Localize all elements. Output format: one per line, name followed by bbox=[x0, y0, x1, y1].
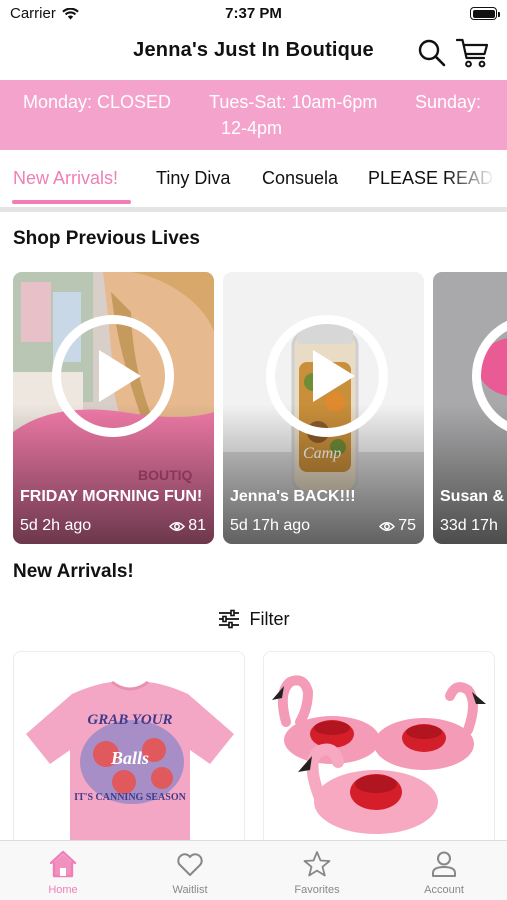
cart-icon[interactable] bbox=[456, 37, 490, 69]
live-video-card[interactable]: Camp Jenna's BACK!!! 5d 17h ago 75 bbox=[223, 272, 424, 544]
shirt-print-text: IT'S CANNING SEASON bbox=[74, 792, 186, 803]
hours-sunday-label: Sunday: bbox=[415, 92, 482, 112]
star-icon bbox=[303, 851, 331, 877]
store-hours-banner: Monday: CLOSED Tues-Sat: 10am-6pm Sunday… bbox=[0, 80, 507, 150]
app-header: Jenna's Just In Boutique bbox=[0, 28, 507, 78]
new-arrivals-title: New Arrivals! bbox=[13, 561, 134, 582]
account-icon bbox=[432, 851, 456, 877]
nav-account[interactable]: Account bbox=[381, 841, 507, 900]
product-card[interactable]: GRAB YOUR Balls IT'S CANNING SEASON bbox=[13, 651, 245, 851]
nav-favorites[interactable]: Favorites bbox=[254, 841, 380, 900]
eye-icon bbox=[379, 521, 396, 531]
nav-waitlist[interactable]: Waitlist bbox=[127, 841, 253, 900]
live-caption: FRIDAY MORNING FUN! bbox=[20, 488, 203, 505]
nav-home[interactable]: Home bbox=[0, 841, 126, 900]
nav-favorites-label: Favorites bbox=[294, 884, 340, 896]
live-views: 81 bbox=[188, 517, 206, 534]
bottom-tab-bar: Home Waitlist Favorites Account bbox=[0, 840, 507, 900]
live-video-card[interactable]: BOUTIQ FRIDAY MORNING FUN! 5d 2h ago 81 bbox=[13, 272, 214, 544]
eye-icon bbox=[169, 521, 186, 531]
hours-sunday-times: 12-4pm bbox=[221, 118, 283, 138]
live-caption: Jenna's BACK!!! bbox=[230, 488, 356, 505]
live-age: 5d 2h ago bbox=[20, 517, 92, 534]
heart-icon bbox=[177, 853, 203, 876]
hours-monday: Monday: CLOSED bbox=[23, 92, 172, 112]
category-tabs: New Arrivals! Tiny Diva Consuela PLEASE … bbox=[0, 152, 507, 207]
play-icon[interactable] bbox=[52, 315, 174, 437]
previous-lives-title: Shop Previous Lives bbox=[13, 228, 200, 249]
tab-new-arrivals[interactable]: New Arrivals! bbox=[13, 168, 118, 189]
search-icon[interactable] bbox=[417, 38, 447, 68]
shirt-print-text: Balls bbox=[110, 748, 149, 768]
status-time: 7:37 PM bbox=[225, 5, 282, 22]
product-image-flamingo-floats bbox=[264, 652, 494, 850]
filter-sliders-icon bbox=[218, 609, 239, 629]
nav-waitlist-label: Waitlist bbox=[172, 884, 208, 896]
filter-label: Filter bbox=[249, 608, 290, 629]
tab-tiny-diva[interactable]: Tiny Diva bbox=[156, 168, 230, 189]
live-age: 5d 17h ago bbox=[230, 517, 311, 534]
live-views: 75 bbox=[398, 517, 416, 534]
nav-home-label: Home bbox=[48, 884, 78, 896]
active-tab-indicator bbox=[12, 200, 131, 204]
status-bar: Carrier 7:37 PM bbox=[0, 0, 507, 28]
live-caption: Susan & THIRSTY bbox=[440, 488, 507, 505]
tabs-divider bbox=[0, 207, 507, 212]
filter-button[interactable]: Filter bbox=[0, 604, 507, 634]
shirt-print-text: GRAB YOUR bbox=[87, 712, 172, 728]
play-icon[interactable] bbox=[266, 315, 388, 437]
hours-tues-sat: Tues-Sat: 10am-6pm bbox=[209, 92, 378, 112]
tab-consuela[interactable]: Consuela bbox=[262, 168, 338, 189]
product-card[interactable] bbox=[263, 651, 495, 851]
previous-lives-carousel[interactable]: BOUTIQ FRIDAY MORNING FUN! 5d 2h ago 81 … bbox=[0, 272, 507, 544]
live-age: 33d 17h bbox=[440, 517, 498, 534]
product-image-tshirt: GRAB YOUR Balls IT'S CANNING SEASON bbox=[14, 652, 244, 850]
tabs-fade bbox=[447, 152, 507, 207]
home-icon bbox=[49, 850, 77, 878]
battery-icon bbox=[470, 7, 500, 20]
live-video-card[interactable]: Susan & THIRSTY 33d 17h bbox=[433, 272, 507, 544]
nav-account-label: Account bbox=[424, 884, 464, 896]
